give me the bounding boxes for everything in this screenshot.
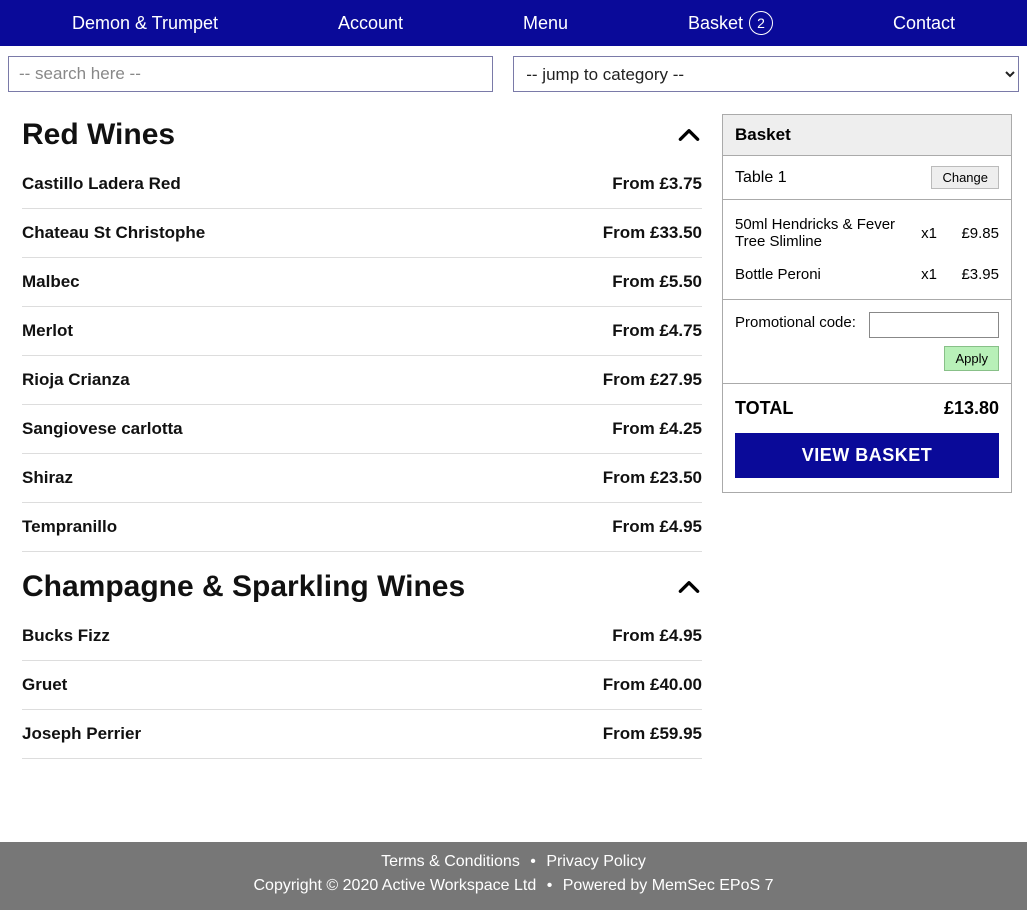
item-name: Bucks Fizz — [22, 626, 110, 646]
top-navbar: Demon & Trumpet Account Menu Basket 2 Co… — [0, 0, 1027, 46]
item-name: Joseph Perrier — [22, 724, 141, 744]
change-table-button[interactable]: Change — [931, 166, 999, 189]
promo-label: Promotional code: — [735, 312, 856, 335]
menu-item[interactable]: Bucks Fizz From £4.95 — [22, 612, 702, 661]
item-price: From £4.75 — [612, 321, 702, 341]
apply-promo-button[interactable]: Apply — [944, 346, 999, 371]
basket-item[interactable]: Bottle Peroni x1 £3.95 — [723, 258, 1011, 291]
basket-item-name: Bottle Peroni — [735, 266, 901, 283]
main-content: Red Wines Castillo Ladera Red From £3.75… — [0, 100, 1027, 842]
total-value: £13.80 — [944, 398, 999, 419]
item-name: Sangiovese carlotta — [22, 419, 183, 439]
menu-item[interactable]: Tempranillo From £4.95 — [22, 503, 702, 552]
basket-items: 50ml Hendricks & Fever Tree Slimline x1 … — [723, 200, 1011, 300]
promo-row: Promotional code: Apply — [723, 300, 1011, 384]
menu-item[interactable]: Castillo Ladera Red From £3.75 — [22, 160, 702, 209]
footer-separator: • — [547, 877, 553, 894]
chevron-up-icon — [676, 574, 702, 600]
basket-item-price: £9.85 — [945, 225, 999, 242]
menu-item-list: Bucks Fizz From £4.95 Gruet From £40.00 … — [22, 612, 702, 759]
footer-privacy-link[interactable]: Privacy Policy — [546, 853, 646, 870]
item-name: Rioja Crianza — [22, 370, 130, 390]
footer-terms-link[interactable]: Terms & Conditions — [381, 853, 520, 870]
footer-separator: • — [530, 853, 536, 870]
item-price: From £40.00 — [603, 675, 702, 695]
menu-item[interactable]: Gruet From £40.00 — [22, 661, 702, 710]
footer: Terms & Conditions • Privacy Policy Copy… — [0, 842, 1027, 910]
item-price: From £4.95 — [612, 517, 702, 537]
total-label: TOTAL — [735, 398, 793, 419]
chevron-up-icon — [676, 122, 702, 148]
filter-row: -- jump to category -- — [0, 46, 1027, 100]
item-price: From £27.95 — [603, 370, 702, 390]
search-input[interactable] — [8, 56, 493, 92]
total-row: TOTAL £13.80 — [723, 384, 1011, 429]
item-name: Chateau St Christophe — [22, 223, 205, 243]
item-price: From £3.75 — [612, 174, 702, 194]
item-price: From £4.25 — [612, 419, 702, 439]
menu-item[interactable]: Shiraz From £23.50 — [22, 454, 702, 503]
basket-item-price: £3.95 — [945, 266, 999, 283]
basket-header: Basket — [723, 115, 1011, 156]
category-title: Champagne & Sparkling Wines — [22, 570, 465, 604]
basket-panel: Basket Table 1 Change 50ml Hendricks & F… — [722, 114, 1012, 493]
menu-item[interactable]: Rioja Crianza From £27.95 — [22, 356, 702, 405]
item-name: Gruet — [22, 675, 67, 695]
item-price: From £23.50 — [603, 468, 702, 488]
item-price: From £5.50 — [612, 272, 702, 292]
item-price: From £33.50 — [603, 223, 702, 243]
table-selection-row: Table 1 Change — [723, 156, 1011, 200]
nav-menu[interactable]: Menu — [523, 13, 568, 34]
menu-item-list: Castillo Ladera Red From £3.75 Chateau S… — [22, 160, 702, 552]
brand-link[interactable]: Demon & Trumpet — [72, 13, 218, 34]
basket-count-badge: 2 — [749, 11, 773, 35]
promo-code-input[interactable] — [869, 312, 999, 338]
footer-powered: Powered by MemSec EPoS 7 — [563, 877, 774, 894]
nav-basket[interactable]: Basket 2 — [688, 11, 773, 35]
menu-item[interactable]: Sangiovese carlotta From £4.25 — [22, 405, 702, 454]
item-name: Shiraz — [22, 468, 73, 488]
nav-account[interactable]: Account — [338, 13, 403, 34]
nav-contact[interactable]: Contact — [893, 13, 955, 34]
menu-column: Red Wines Castillo Ladera Red From £3.75… — [22, 100, 702, 842]
menu-item[interactable]: Malbec From £5.50 — [22, 258, 702, 307]
item-name: Merlot — [22, 321, 73, 341]
menu-item[interactable]: Joseph Perrier From £59.95 — [22, 710, 702, 759]
basket-item-name: 50ml Hendricks & Fever Tree Slimline — [735, 216, 901, 250]
menu-item[interactable]: Chateau St Christophe From £33.50 — [22, 209, 702, 258]
nav-basket-label: Basket — [688, 13, 743, 34]
table-label: Table 1 — [735, 169, 787, 187]
item-name: Malbec — [22, 272, 80, 292]
basket-item-qty: x1 — [909, 266, 937, 283]
menu-item[interactable]: Merlot From £4.75 — [22, 307, 702, 356]
category-header-champagne[interactable]: Champagne & Sparkling Wines — [22, 552, 702, 612]
item-name: Castillo Ladera Red — [22, 174, 181, 194]
category-header-red-wines[interactable]: Red Wines — [22, 100, 702, 160]
item-name: Tempranillo — [22, 517, 117, 537]
basket-item-qty: x1 — [909, 225, 937, 242]
category-select[interactable]: -- jump to category -- — [513, 56, 1019, 92]
basket-item[interactable]: 50ml Hendricks & Fever Tree Slimline x1 … — [723, 208, 1011, 258]
basket-column: Basket Table 1 Change 50ml Hendricks & F… — [722, 100, 1012, 842]
footer-copyright: Copyright © 2020 Active Workspace Ltd — [253, 877, 536, 894]
item-price: From £4.95 — [612, 626, 702, 646]
item-price: From £59.95 — [603, 724, 702, 744]
view-basket-button[interactable]: VIEW BASKET — [735, 433, 999, 478]
promo-controls: Apply — [869, 312, 999, 371]
category-title: Red Wines — [22, 118, 175, 152]
